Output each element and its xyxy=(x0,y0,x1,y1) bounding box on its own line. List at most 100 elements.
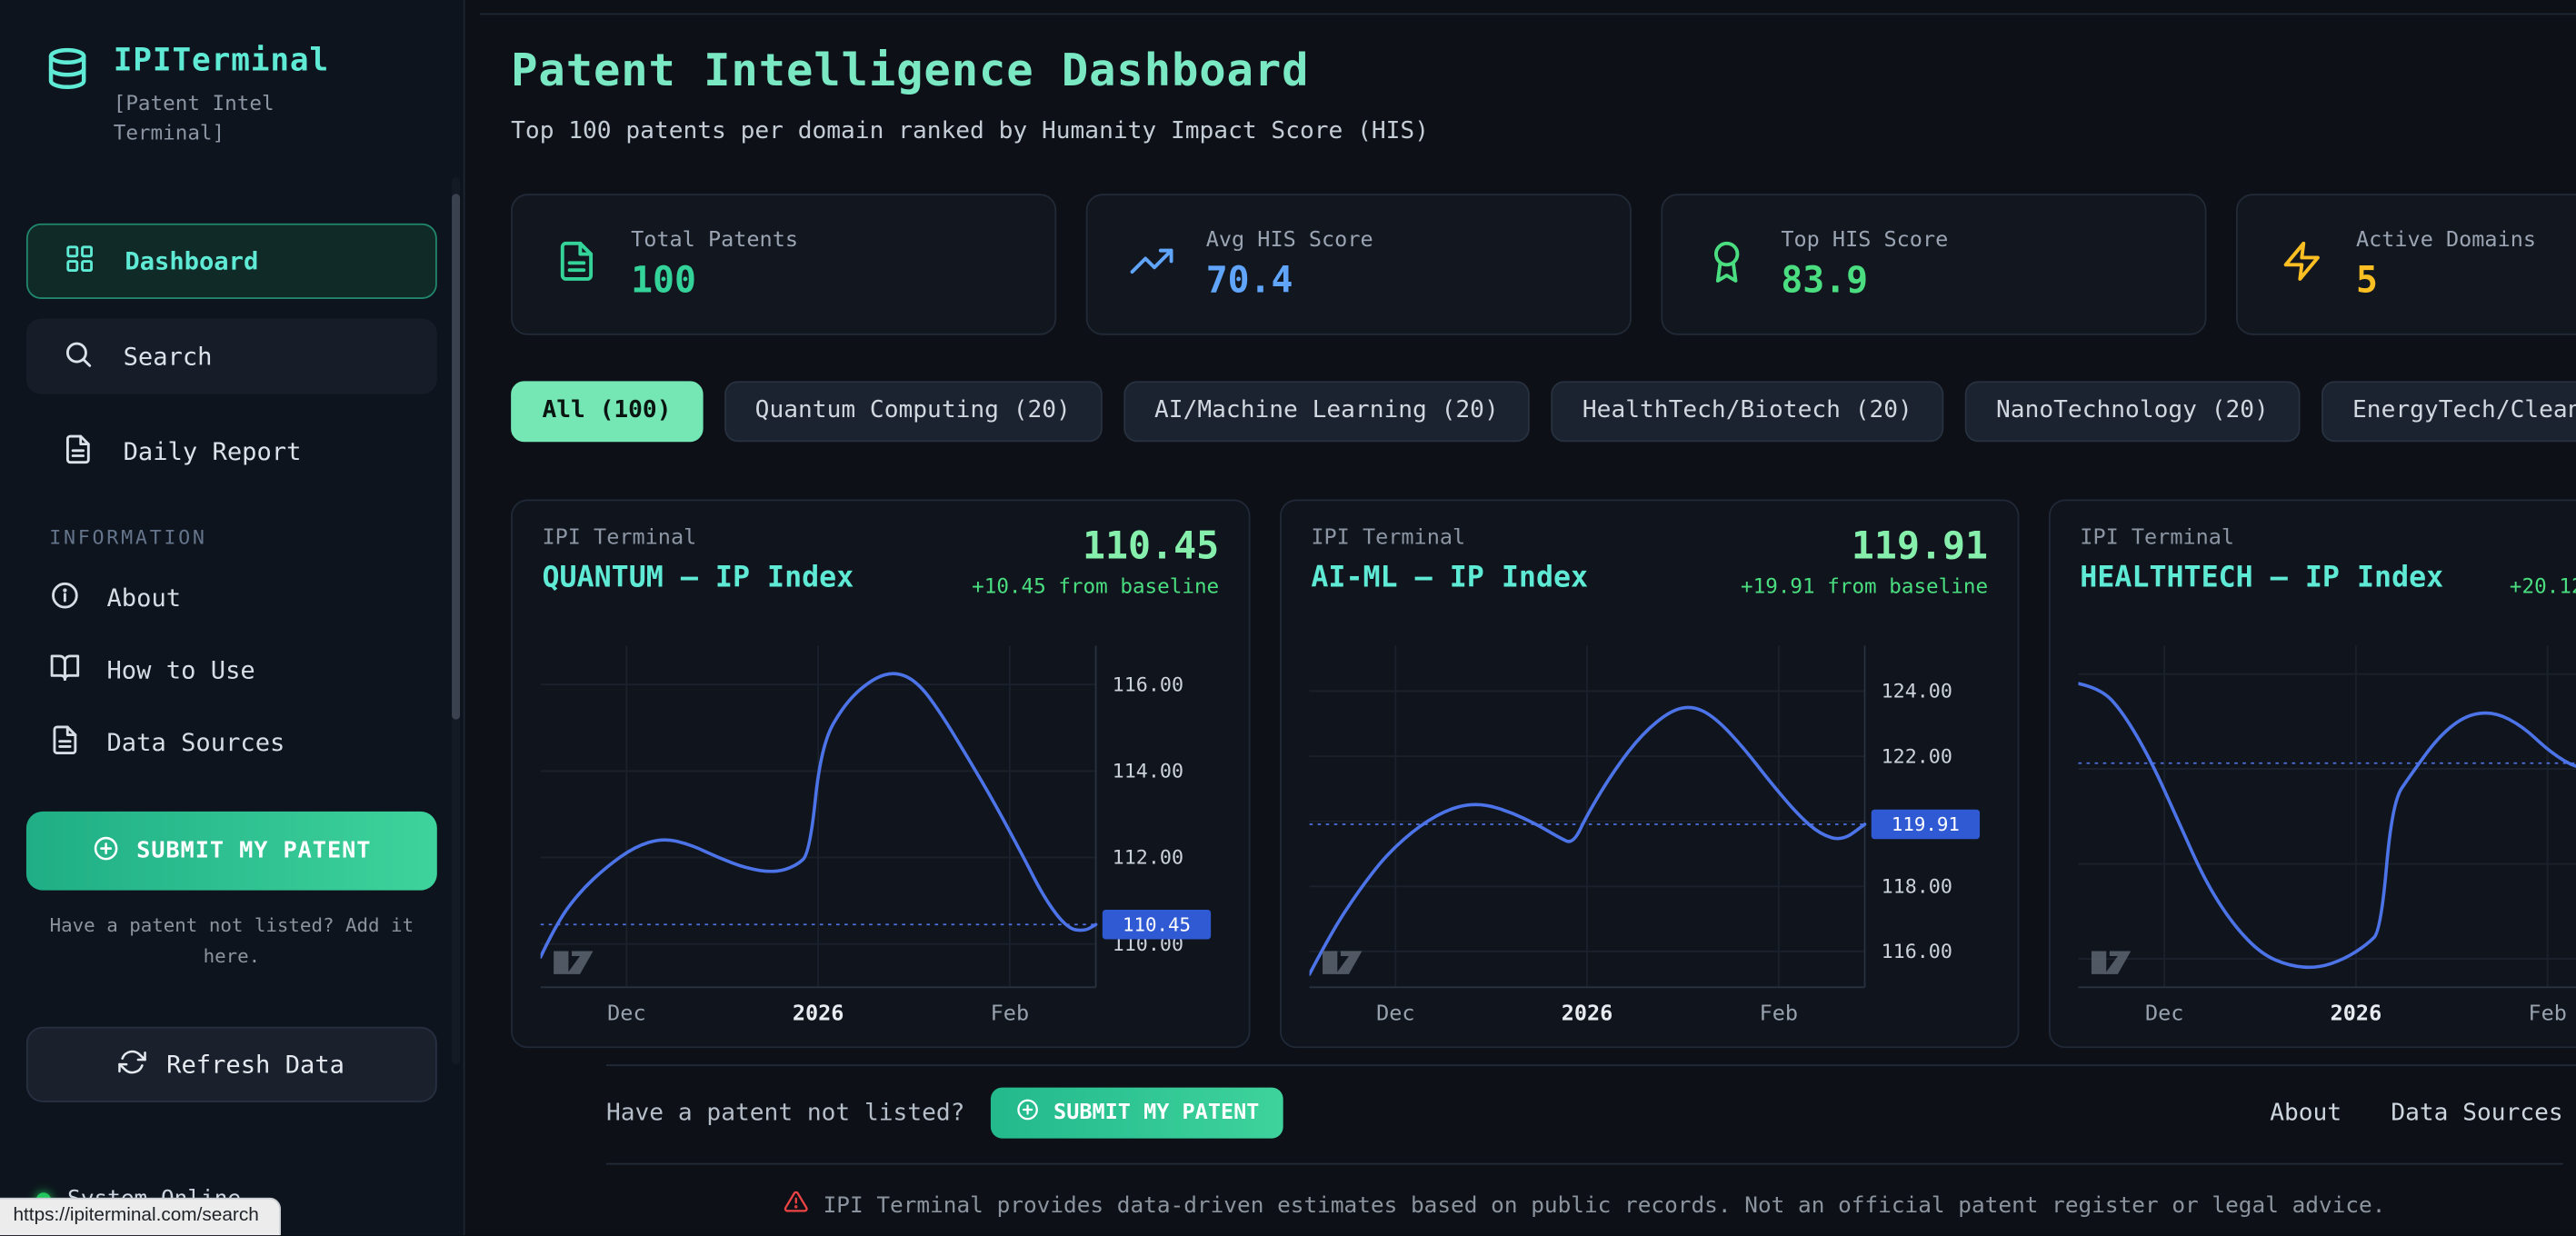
refresh-data-button[interactable]: Refresh Data xyxy=(26,1027,437,1102)
sidebar-item-label: Daily Report xyxy=(124,437,302,467)
page-header: Patent Intelligence Dashboard Top 100 pa… xyxy=(511,46,1429,145)
chart-change: +20.12 from baseline xyxy=(2510,573,2576,598)
sidebar-section-label: INFORMATION xyxy=(49,526,463,549)
disclaimer-text: IPI Terminal provides data-driven estima… xyxy=(824,1191,2386,1218)
disclaimer: IPI Terminal provides data-driven estima… xyxy=(606,1190,2563,1221)
stat-label: Avg HIS Score xyxy=(1206,227,1373,252)
sidebar-scrollbar-thumb[interactable] xyxy=(452,194,460,719)
svg-text:Feb: Feb xyxy=(2528,1000,2566,1025)
sidebar-item-label: Data Sources xyxy=(106,728,285,758)
refresh-icon xyxy=(119,1047,147,1082)
svg-text:118.00: 118.00 xyxy=(1882,876,1952,899)
svg-text:Dec: Dec xyxy=(2145,1000,2183,1025)
stat-card-total-patents: Total Patents 100 xyxy=(511,194,1056,334)
plus-circle-icon xyxy=(1015,1097,1040,1128)
svg-text:114.00: 114.00 xyxy=(1113,761,1183,783)
svg-text:119.91: 119.91 xyxy=(1892,813,1960,835)
page-title: Patent Intelligence Dashboard xyxy=(511,46,1429,97)
chart-header: IPI Terminal AI-ML — IP Index 119.91 +19… xyxy=(1282,501,2018,598)
page-subtitle: Top 100 patents per domain ranked by Hum… xyxy=(511,118,1429,145)
chart-last-value: 119.91 xyxy=(1741,525,1988,568)
app-root: IPITerminal [Patent Intel Terminal] Dash… xyxy=(0,0,2576,1235)
svg-text:Dec: Dec xyxy=(1376,1000,1414,1025)
svg-text:122.00: 122.00 xyxy=(1882,745,1952,768)
tradingview-logo xyxy=(554,952,593,974)
sidebar-item-about[interactable]: About xyxy=(0,563,464,635)
app-title: IPITerminal xyxy=(114,43,329,79)
footer-submit-label: SUBMIT MY PATENT xyxy=(1053,1101,1259,1125)
footer-link-about[interactable]: About xyxy=(2270,1100,2341,1126)
footer-prompt: Have a patent not listed? xyxy=(606,1100,964,1126)
chart-source-label: IPI Terminal xyxy=(1311,525,1588,550)
filter-quantum-computing[interactable]: Quantum Computing (20) xyxy=(724,381,1102,442)
svg-text:2026: 2026 xyxy=(2331,1000,2382,1025)
plus-circle-icon xyxy=(92,834,120,869)
sidebar-item-label: Search xyxy=(124,342,213,372)
filter-healthtech[interactable]: HealthTech/Biotech (20) xyxy=(1552,381,1944,442)
svg-text:2026: 2026 xyxy=(793,1000,844,1025)
sidebar-item-daily-report[interactable]: Daily Report xyxy=(26,414,437,490)
info-icon xyxy=(49,580,80,618)
app-subtitle: [Patent Intel Terminal] xyxy=(114,89,307,149)
filter-energytech[interactable]: EnergyTech/CleanTech (20) xyxy=(2321,381,2576,442)
chart-last-value: 110.45 xyxy=(972,525,1219,568)
warning-triangle-icon xyxy=(784,1190,808,1221)
app-logo: IPITerminal [Patent Intel Terminal] xyxy=(0,0,464,148)
stat-card-top-his: Top HIS Score 83.9 xyxy=(1661,194,2206,334)
line-chart-ai-ml[interactable]: 124.00122.00118.00116.00119.91Dec2026Feb xyxy=(1310,645,1990,1033)
sidebar-item-label: About xyxy=(106,583,181,613)
submit-patent-button[interactable]: SUBMIT MY PATENT xyxy=(26,812,437,891)
stats-row: Total Patents 100 Avg HIS Score 70.4 T xyxy=(511,194,2576,334)
stat-value: 70.4 xyxy=(1206,260,1373,301)
footer-submit-patent-button[interactable]: SUBMIT MY PATENT xyxy=(991,1088,1283,1139)
database-icon xyxy=(43,46,92,102)
chart-header: IPI Terminal HEALTHTECH — IP Index 120.1… xyxy=(2051,501,2576,598)
index-charts-row: IPI Terminal QUANTUM — IP Index 110.45 +… xyxy=(511,499,2576,1048)
book-icon xyxy=(49,652,80,690)
filter-nanotechnology[interactable]: NanoTechnology (20) xyxy=(1965,381,2301,442)
stat-value: 5 xyxy=(2356,260,2536,301)
chart-source-label: IPI Terminal xyxy=(542,525,854,550)
chart-source-label: IPI Terminal xyxy=(2080,525,2443,550)
sidebar-item-how-to-use[interactable]: How to Use xyxy=(0,634,464,707)
svg-text:124.00: 124.00 xyxy=(1882,681,1952,703)
stat-label: Active Domains xyxy=(2356,227,2536,252)
file-icon xyxy=(555,240,598,289)
chart-card-ai-ml: IPI Terminal AI-ML — IP Index 119.91 +19… xyxy=(1280,499,2019,1048)
chart-title: QUANTUM — IP Index xyxy=(542,562,854,594)
trend-up-icon xyxy=(1131,240,1173,289)
tradingview-logo xyxy=(1323,952,1362,974)
browser-link-preview: https://ipiterminal.com/search xyxy=(0,1198,280,1236)
sidebar-item-data-sources[interactable]: Data Sources xyxy=(0,707,464,780)
chart-last-value: 120.12 xyxy=(2510,525,2576,568)
svg-text:112.00: 112.00 xyxy=(1113,847,1183,870)
footer-divider xyxy=(606,1163,2563,1165)
stat-value: 83.9 xyxy=(1781,260,1948,301)
report-icon xyxy=(63,434,94,472)
footer-link-data-sources[interactable]: Data Sources xyxy=(2391,1100,2562,1126)
stat-card-active-domains: Active Domains 5 xyxy=(2236,194,2576,334)
submit-caption: Have a patent not listed? Add it here. xyxy=(49,911,414,971)
sidebar-item-label: Dashboard xyxy=(125,247,258,277)
svg-text:Dec: Dec xyxy=(607,1000,645,1025)
sidebar-item-dashboard[interactable]: Dashboard xyxy=(26,224,437,299)
sidebar-item-search[interactable]: Search xyxy=(26,319,437,394)
svg-text:116.00: 116.00 xyxy=(1113,673,1183,696)
filter-ai-ml[interactable]: AI/Machine Learning (20) xyxy=(1123,381,1530,442)
sidebar-nav: Dashboard Search Daily Report xyxy=(0,224,464,490)
svg-text:116.00: 116.00 xyxy=(1882,941,1952,963)
zap-icon xyxy=(2281,240,2323,289)
line-chart-healthtech[interactable]: 122.00120.00118.00116.00120.12Dec2026Feb xyxy=(2078,645,2576,1033)
filter-all[interactable]: All (100) xyxy=(511,381,703,442)
dashboard-grid-icon xyxy=(64,243,95,281)
file-icon xyxy=(49,724,80,763)
stat-label: Total Patents xyxy=(631,227,798,252)
stat-label: Top HIS Score xyxy=(1781,227,1948,252)
footer: Have a patent not listed? SUBMIT MY PATE… xyxy=(606,1064,2576,1221)
stat-card-avg-his: Avg HIS Score 70.4 xyxy=(1086,194,1632,334)
sidebar: IPITerminal [Patent Intel Terminal] Dash… xyxy=(0,0,465,1235)
chart-header: IPI Terminal QUANTUM — IP Index 110.45 +… xyxy=(513,501,1249,598)
line-chart-quantum[interactable]: 116.00114.00112.00110.00110.45Dec2026Feb xyxy=(541,645,1221,1033)
chart-title: AI-ML — IP Index xyxy=(1311,562,1588,594)
main-content: Patent Intelligence Dashboard Top 100 pa… xyxy=(466,0,2576,1235)
